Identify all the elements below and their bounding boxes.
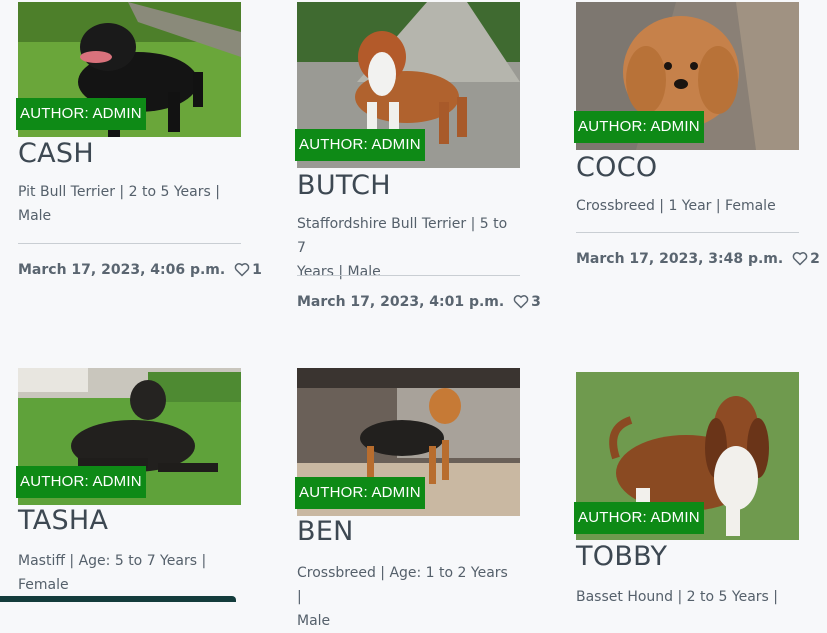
like-count: 2 (810, 251, 820, 267)
author-badge: AUTHOR: ADMIN (574, 111, 704, 143)
post-meta: March 17, 2023, 4:01 p.m. 3 (297, 294, 541, 313)
post-description: Crossbreed | Age: 1 to 2 Years | Male (297, 561, 512, 633)
post-meta: March 17, 2023, 3:48 p.m. 2 (576, 251, 820, 270)
post-title[interactable]: TOBBY (576, 541, 667, 572)
heart-outline-icon[interactable] (792, 251, 808, 270)
description-line: Crossbreed | 1 Year | Female (576, 198, 776, 214)
description-line: Pit Bull Terrier | 2 to 5 Years | (18, 184, 220, 200)
post-card-coco[interactable]: AUTHOR: ADMIN COCO Crossbreed | 1 Year |… (574, 2, 820, 267)
post-meta: March 17, 2023, 4:06 p.m. 1 (18, 262, 262, 281)
description-line: Male (18, 208, 52, 224)
post-description: Crossbreed | 1 Year | Female (576, 194, 791, 218)
like-count: 3 (531, 294, 541, 310)
post-date: March 17, 2023, 4:01 p.m. (297, 294, 505, 310)
post-card-ben[interactable]: AUTHOR: ADMIN BEN Crossbreed | Age: 1 to… (295, 368, 520, 629)
post-image-tasha[interactable]: AUTHOR: ADMIN (16, 368, 241, 505)
author-badge: AUTHOR: ADMIN (16, 98, 146, 130)
description-line: Female (18, 577, 69, 593)
post-image-butch[interactable]: AUTHOR: ADMIN (295, 2, 520, 168)
post-description: Basset Hound | 2 to 5 Years | (576, 585, 791, 609)
post-image-tobby[interactable]: AUTHOR: ADMIN (574, 368, 799, 540)
post-date: March 17, 2023, 3:48 p.m. (576, 251, 784, 267)
description-line: Basset Hound | 2 to 5 Years | (576, 589, 778, 605)
description-line: Staffordshire Bull Terrier | 5 to 7 (297, 216, 508, 256)
post-card-tobby[interactable]: AUTHOR: ADMIN TOBBY Basset Hound | 2 to … (574, 368, 799, 605)
post-title[interactable]: TASHA (18, 505, 108, 536)
like-count: 1 (252, 262, 262, 278)
description-line: Male (297, 613, 331, 629)
post-image-ben[interactable]: AUTHOR: ADMIN (295, 368, 520, 516)
post-title[interactable]: BUTCH (297, 170, 391, 201)
author-badge: AUTHOR: ADMIN (16, 466, 146, 498)
post-title[interactable]: COCO (576, 152, 657, 183)
author-badge: AUTHOR: ADMIN (295, 129, 425, 161)
description-line: Mastiff | Age: 5 to 7 Years | (18, 553, 207, 569)
post-description: Mastiff | Age: 5 to 7 Years | Female (18, 549, 233, 597)
author-badge: AUTHOR: ADMIN (295, 477, 425, 509)
author-badge: AUTHOR: ADMIN (574, 502, 704, 534)
post-title[interactable]: CASH (18, 138, 94, 169)
post-card-cash[interactable]: AUTHOR: ADMIN CASH Pit Bull Terrier | 2 … (16, 2, 262, 278)
divider (576, 232, 799, 233)
post-date: March 17, 2023, 4:06 p.m. (18, 262, 226, 278)
post-description: Pit Bull Terrier | 2 to 5 Years | Male (18, 180, 233, 228)
divider (297, 275, 520, 276)
post-card-butch[interactable]: AUTHOR: ADMIN BUTCH Staffordshire Bull T… (295, 2, 541, 310)
divider (18, 243, 241, 244)
post-card-tasha[interactable]: AUTHOR: ADMIN TASHA Mastiff | Age: 5 to … (16, 368, 241, 593)
heart-outline-icon[interactable] (234, 262, 250, 281)
description-line: Years | Male (297, 264, 381, 280)
post-title[interactable]: BEN (297, 516, 354, 547)
bottom-toolbar-edge (0, 596, 236, 602)
heart-outline-icon[interactable] (513, 294, 529, 313)
post-image-cash[interactable]: AUTHOR: ADMIN (16, 2, 241, 137)
post-description: Staffordshire Bull Terrier | 5 to 7 Year… (297, 212, 512, 284)
post-image-coco[interactable]: AUTHOR: ADMIN (574, 2, 799, 150)
